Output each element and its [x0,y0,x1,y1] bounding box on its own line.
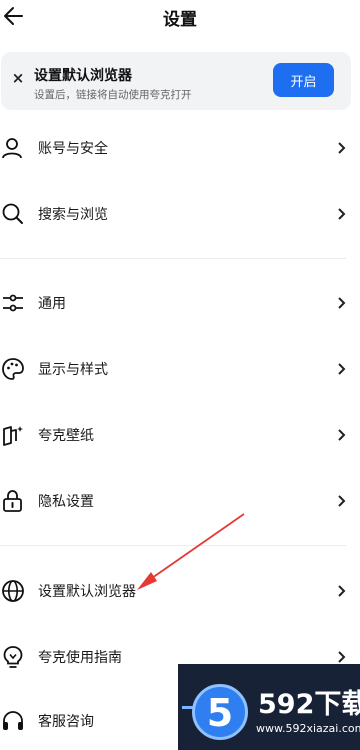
logo-digit: 5 [206,691,234,735]
settings-screen: 设置 × 设置默认浏览器 设置后，链接将自动使用夸克打开 开启 账号与安全 搜索… [0,0,360,750]
watermark-logo: 5 592下载 www.592xiazai.com [178,664,360,750]
logo-badge: 5 [192,684,248,740]
logo-url-text: www.592xiazai.com [256,722,360,735]
logo-brand-text: 592下载 [258,689,360,720]
annotation-arrow [137,513,245,590]
